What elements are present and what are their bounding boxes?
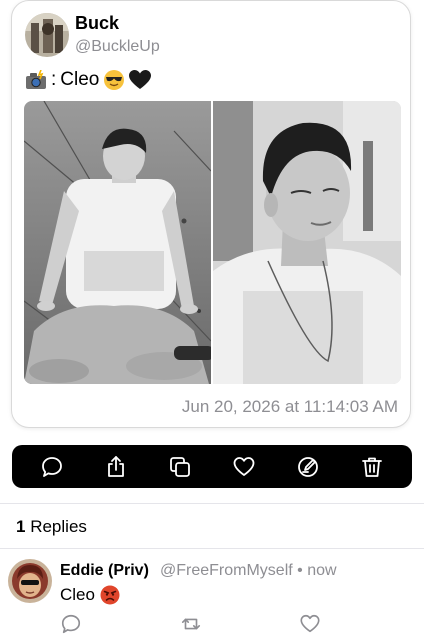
edit-icon[interactable] <box>295 454 321 480</box>
post-card: Buck @BuckleUp : Cleo Jun 20, 2026 at 11… <box>11 0 411 428</box>
camera-flash-emoji-icon <box>25 70 47 90</box>
divider <box>0 503 424 504</box>
black-heart-emoji-icon <box>129 70 152 90</box>
heart-icon[interactable] <box>231 454 257 480</box>
reply-icon[interactable] <box>60 613 82 635</box>
replies-label: Replies <box>30 517 87 536</box>
reply-author-handle[interactable]: @FreeFromMyself <box>160 562 293 579</box>
author-name[interactable]: Buck <box>75 13 119 34</box>
replies-count: 1 Replies <box>16 517 87 537</box>
author-handle[interactable]: @BuckleUp <box>75 38 160 56</box>
sunglasses-emoji-icon <box>103 69 125 91</box>
comment-icon[interactable] <box>39 454 65 480</box>
meta-separator: • <box>297 562 303 579</box>
reply-time: now <box>307 562 337 579</box>
photo-closeup-man[interactable] <box>213 101 401 384</box>
copy-icon[interactable] <box>167 454 193 480</box>
photo-sitting-man[interactable] <box>24 101 211 384</box>
angry-face-emoji-icon <box>100 585 120 605</box>
like-icon[interactable] <box>299 613 321 635</box>
reply-text-main: Cleo <box>60 585 95 604</box>
post-text-main: Cleo <box>60 69 100 90</box>
reply-avatar[interactable] <box>8 559 52 603</box>
post-media[interactable] <box>24 101 401 384</box>
replies-number: 1 <box>16 517 26 536</box>
reply-text: Cleo <box>60 585 120 605</box>
post-text: : Cleo <box>25 69 152 91</box>
share-icon[interactable] <box>103 454 129 480</box>
reply-author-name[interactable]: Eddie (Priv) <box>60 562 149 580</box>
post-timestamp: Jun 20, 2026 at 11:14:03 AM <box>181 397 398 416</box>
trash-icon[interactable] <box>359 454 385 480</box>
retweet-icon[interactable] <box>180 613 202 635</box>
author-avatar[interactable] <box>25 13 69 57</box>
reply-meta: @FreeFromMyself • now <box>160 562 337 580</box>
post-action-bar <box>12 445 412 488</box>
divider <box>0 548 424 549</box>
post-text-prefix: : <box>51 69 57 90</box>
